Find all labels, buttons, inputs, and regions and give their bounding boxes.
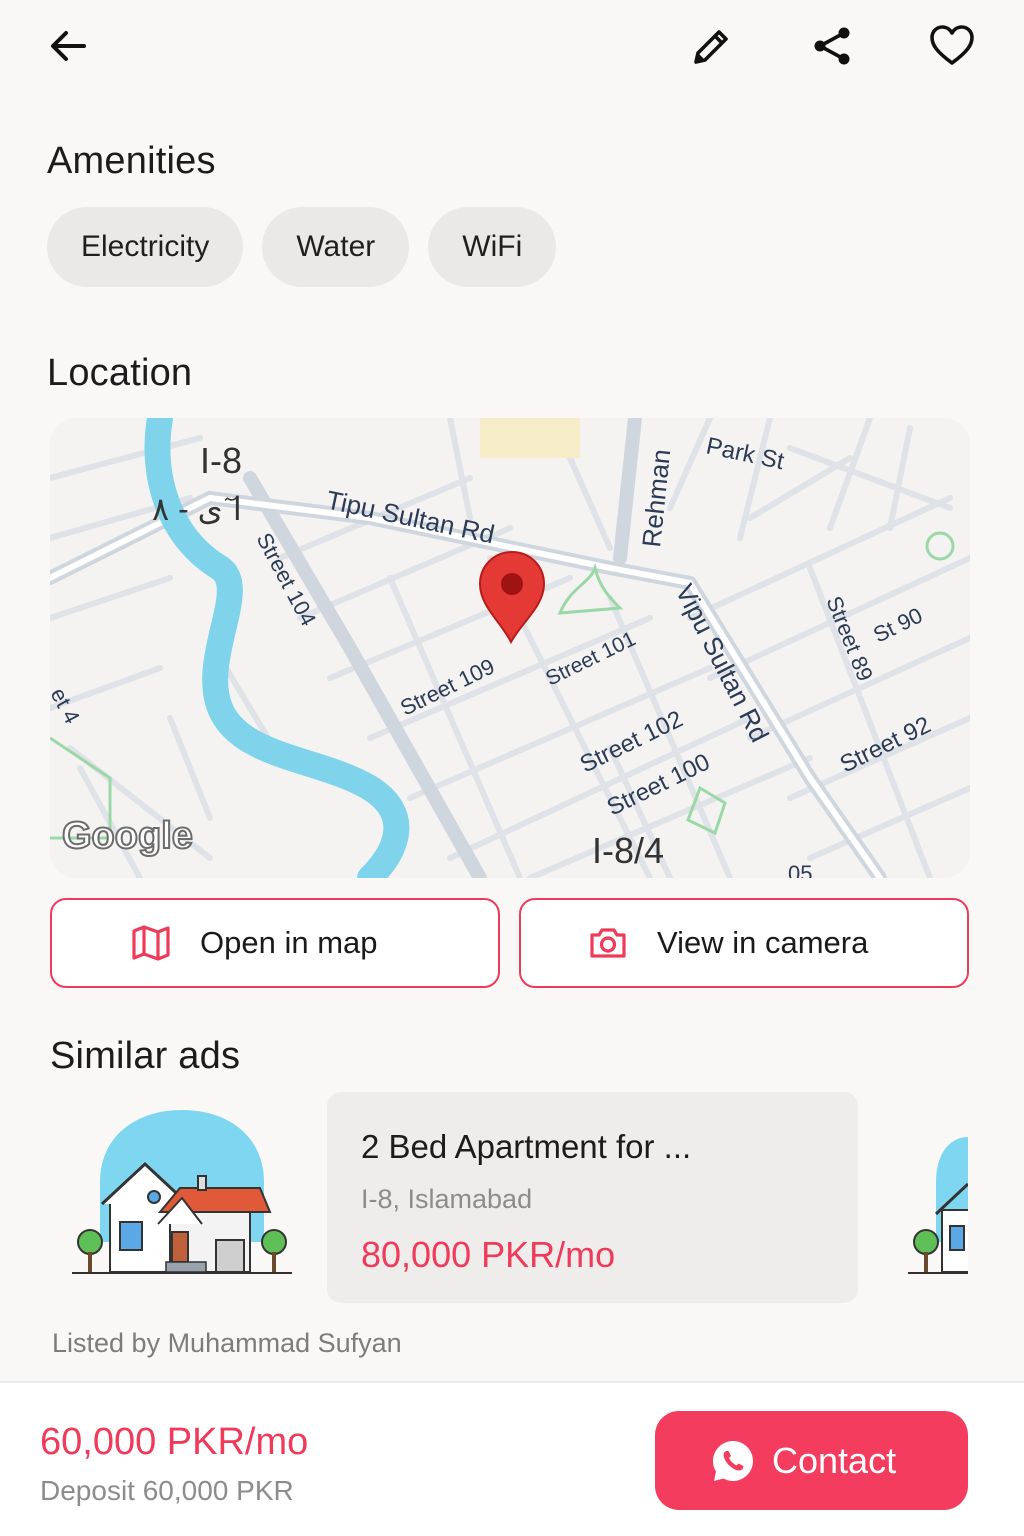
map-icon [132,925,170,961]
share-button[interactable] [800,14,864,78]
bottom-bar: 60,000 PKR/mo Deposit 60,000 PKR Contact [0,1381,1024,1536]
top-bar [0,0,1024,100]
favorite-button[interactable] [920,14,984,78]
contact-label: Contact [772,1439,897,1481]
edit-button[interactable] [680,14,744,78]
amenities-title: Amenities [47,140,216,182]
house-thumbnail-next [908,1137,968,1274]
arrow-left-icon [51,31,86,61]
amenities-list: Electricity Water WiFi [47,207,557,287]
location-map[interactable]: I-8 ا ٓی - ۸ Tipu Sultan Rd Rehman Park … [50,418,970,878]
listed-by: Listed by Muhammad Sufyan [52,1328,402,1358]
ad-price: 80,000 PKR/mo [361,1234,616,1275]
ad-title: 2 Bed Apartment for ... [361,1128,692,1165]
share-icon [814,27,850,65]
map-label-sector-bottom: I-8/4 [592,830,664,871]
amenity-chip-water[interactable]: Water [262,207,410,287]
similar-ad-card[interactable]: 2 Bed Apartment for ... I-8, Islamabad 8… [327,1092,858,1303]
similar-ads-carousel[interactable]: 2 Bed Apartment for ... I-8, Islamabad 8… [0,1092,1024,1307]
map-label-edge-bottom: 05 [788,861,812,878]
location-title: Location [47,352,193,394]
view-in-camera-label: View in camera [657,925,869,960]
pencil-icon [694,30,728,64]
amenity-chip-electricity[interactable]: Electricity [47,207,244,287]
google-logo: Google [62,815,193,857]
whatsapp-icon [713,1440,753,1481]
heart-icon [930,25,974,65]
listing-deposit: Deposit 60,000 PKR [40,1475,294,1506]
similar-ads-title: Similar ads [50,1035,241,1077]
house-thumbnail [72,1110,292,1274]
map-canvas: I-8 ا ٓی - ۸ Tipu Sultan Rd Rehman Park … [50,418,970,878]
contact-button[interactable]: Contact [655,1411,968,1510]
amenity-chip-wifi[interactable]: WiFi [428,207,557,287]
back-button[interactable] [36,14,100,78]
view-in-camera-button[interactable]: View in camera [519,898,969,988]
map-label-sector-top: I-8 [200,440,242,481]
open-in-map-button[interactable]: Open in map [50,898,500,988]
camera-icon [590,928,626,958]
ad-location: I-8, Islamabad [361,1184,533,1214]
listing-price: 60,000 PKR/mo [40,1421,309,1463]
map-label-sector-urdu: ا ٓی - ۸ [152,491,242,527]
open-in-map-label: Open in map [200,925,378,960]
